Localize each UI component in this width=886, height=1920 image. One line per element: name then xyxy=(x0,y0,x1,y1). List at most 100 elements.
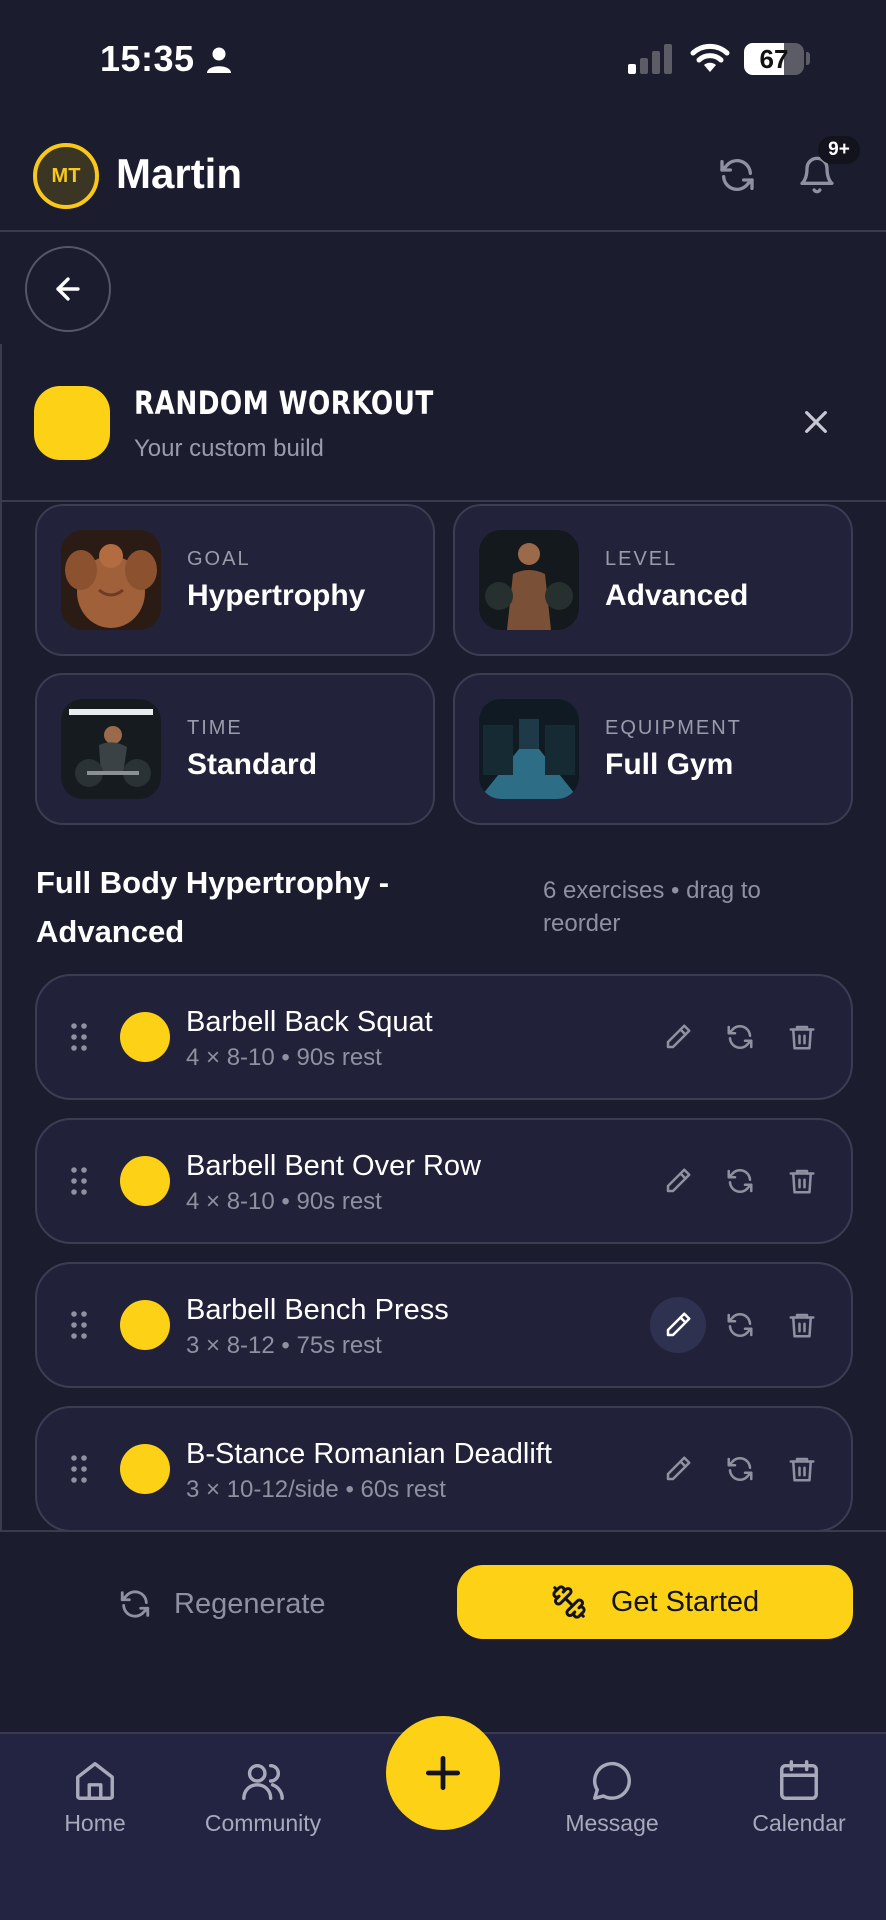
edit-button[interactable] xyxy=(650,1441,706,1497)
battery-nub xyxy=(806,52,810,65)
drag-handle-icon[interactable] xyxy=(71,1167,87,1195)
exercise-detail: 3 × 8-12 • 75s rest xyxy=(186,1332,382,1359)
tab-calendar-label: Calendar xyxy=(752,1810,846,1836)
drag-handle-icon[interactable] xyxy=(71,1023,87,1051)
edit-button[interactable] xyxy=(650,1153,706,1209)
edit-button[interactable] xyxy=(650,1009,706,1065)
battery-level: 67 xyxy=(759,43,789,74)
goal-thumbnail xyxy=(61,530,161,630)
refresh-icon xyxy=(727,1169,753,1193)
tab-message-label: Message xyxy=(565,1810,659,1836)
refresh-icon xyxy=(120,1590,150,1618)
exercise-row[interactable]: Barbell Bent Over Row 4 × 8-10 • 90s res… xyxy=(35,1118,853,1244)
delete-button[interactable] xyxy=(774,1441,830,1497)
back-button[interactable] xyxy=(25,246,111,332)
swap-button[interactable] xyxy=(712,1441,768,1497)
exercise-detail: 3 × 10-12/side • 60s rest xyxy=(186,1476,446,1503)
goal-label: GOAL xyxy=(187,547,251,570)
time-label: TIME xyxy=(187,716,243,739)
panel-left-border xyxy=(0,344,2,1708)
exercise-row[interactable]: Barbell Bench Press 3 × 8-12 • 75s rest xyxy=(35,1262,853,1388)
tab-message[interactable]: Message xyxy=(532,1758,692,1837)
notification-badge: 9+ xyxy=(818,136,860,164)
add-button[interactable] xyxy=(386,1716,500,1830)
level-thumbnail xyxy=(479,530,579,630)
swap-button[interactable] xyxy=(712,1153,768,1209)
exercise-name: Barbell Bench Press xyxy=(186,1294,449,1326)
edit-button[interactable] xyxy=(650,1297,706,1353)
status-time: 15:35 xyxy=(100,38,195,79)
chat-icon xyxy=(593,1761,631,1800)
workout-subtitle: Your custom build xyxy=(134,435,324,462)
trash-icon xyxy=(789,1025,815,1050)
get-started-label: Get Started xyxy=(610,1585,760,1618)
battery-indicator: 67 xyxy=(744,43,804,75)
exercise-row[interactable]: B-Stance Romanian Deadlift 3 × 10-12/sid… xyxy=(35,1406,853,1532)
pencil-icon xyxy=(666,1024,691,1049)
exercise-name: Barbell Back Squat xyxy=(186,1006,433,1038)
plan-meta: 6 exercises • drag to reorder xyxy=(543,877,761,937)
swap-button[interactable] xyxy=(712,1009,768,1065)
workout-title: RANDOM WORKOUT xyxy=(134,384,434,422)
delete-button[interactable] xyxy=(774,1153,830,1209)
arrow-left-icon xyxy=(56,277,80,301)
pencil-icon xyxy=(666,1312,691,1337)
user-name: Martin xyxy=(116,150,242,197)
users-icon xyxy=(242,1763,284,1800)
level-card[interactable]: LEVEL Advanced xyxy=(453,504,853,656)
drag-handle-icon[interactable] xyxy=(71,1311,87,1339)
tab-community[interactable]: Community xyxy=(183,1758,343,1837)
wifi-icon xyxy=(690,43,730,72)
exercise-dot xyxy=(120,1156,170,1206)
calendar-icon xyxy=(780,1760,818,1800)
delete-button[interactable] xyxy=(774,1009,830,1065)
tab-community-label: Community xyxy=(204,1810,322,1836)
equipment-card[interactable]: EQUIPMENT Full Gym xyxy=(453,673,853,825)
close-button[interactable] xyxy=(796,402,836,442)
level-label: LEVEL xyxy=(605,547,678,570)
get-started-button[interactable]: Get Started xyxy=(457,1565,853,1639)
exercise-name: B-Stance Romanian Deadlift xyxy=(186,1438,552,1470)
workout-color-dot xyxy=(34,386,110,460)
trash-icon xyxy=(789,1457,815,1482)
refresh-icon xyxy=(727,1313,753,1337)
person-icon xyxy=(207,47,231,73)
equipment-thumbnail xyxy=(479,699,579,799)
tab-home[interactable]: Home xyxy=(15,1758,175,1837)
refresh-icon xyxy=(727,1457,753,1481)
level-value: Advanced xyxy=(605,578,749,612)
trash-icon xyxy=(789,1169,815,1194)
refresh-icon xyxy=(727,1025,753,1049)
exercise-row[interactable]: Barbell Back Squat 4 × 8-10 • 90s rest xyxy=(35,974,853,1100)
time-value: Standard xyxy=(187,747,318,781)
time-thumbnail xyxy=(61,699,161,799)
tab-home-label: Home xyxy=(64,1810,126,1836)
equipment-label: EQUIPMENT xyxy=(605,716,742,739)
regenerate-button[interactable]: Regenerate xyxy=(118,1570,326,1638)
tab-calendar[interactable]: Calendar xyxy=(719,1758,879,1837)
exercise-dot xyxy=(120,1444,170,1494)
pencil-icon xyxy=(666,1456,691,1481)
swap-button[interactable] xyxy=(712,1297,768,1353)
exercise-dot xyxy=(120,1012,170,1062)
plan-title: Full Body Hypertrophy - Advanced xyxy=(36,865,390,949)
dumbbell-icon xyxy=(552,1585,586,1619)
exercise-dot xyxy=(120,1300,170,1350)
header-divider xyxy=(0,230,886,232)
equipment-value: Full Gym xyxy=(605,747,734,781)
exercise-name: Barbell Bent Over Row xyxy=(186,1150,481,1182)
cellular-signal-icon xyxy=(628,44,672,74)
drag-handle-icon[interactable] xyxy=(71,1455,87,1483)
exercise-detail: 4 × 8-10 • 90s rest xyxy=(186,1188,382,1215)
goal-card[interactable]: GOAL Hypertrophy xyxy=(35,504,435,656)
pencil-icon xyxy=(666,1168,691,1193)
workout-header-divider xyxy=(0,500,886,502)
avatar[interactable]: MT xyxy=(33,143,99,209)
trash-icon xyxy=(789,1313,815,1338)
goal-value: Hypertrophy xyxy=(187,578,366,612)
time-card[interactable]: TIME Standard xyxy=(35,673,435,825)
plus-icon xyxy=(425,1755,461,1791)
sync-button[interactable] xyxy=(712,148,762,202)
home-icon xyxy=(76,1762,114,1800)
delete-button[interactable] xyxy=(774,1297,830,1353)
